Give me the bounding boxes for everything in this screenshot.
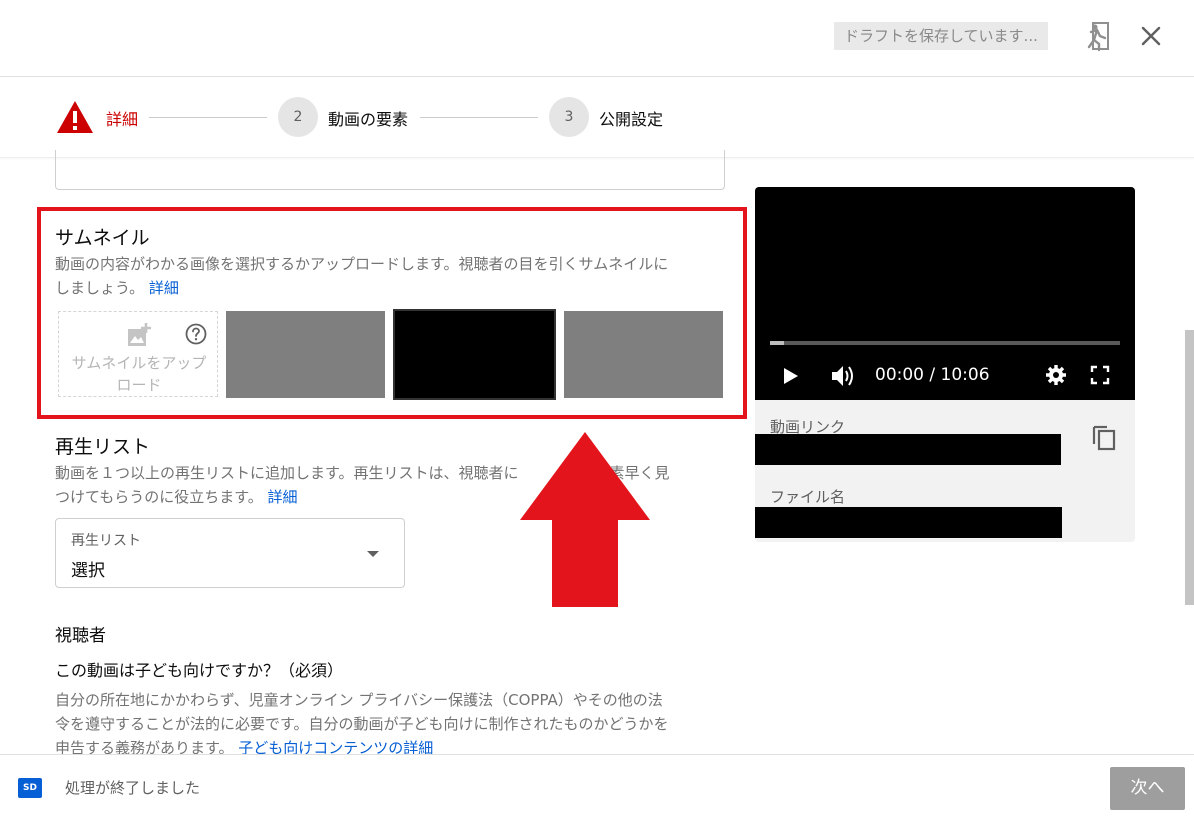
video-progress-bar[interactable] <box>770 341 1120 345</box>
video-time: 00:00 / 10:06 <box>875 365 990 385</box>
step-visibility-label[interactable]: 公開設定 <box>599 106 663 130</box>
playlist-dropdown-value: 選択 <box>71 561 105 581</box>
upload-thumbnail-label-2: ロード <box>116 376 162 394</box>
auto-thumbnail-3[interactable] <box>564 311 723 398</box>
video-progress-fill <box>770 341 784 345</box>
exit-icon[interactable] <box>1086 20 1112 52</box>
processing-status: 処理が終了しました <box>65 779 201 797</box>
gear-icon[interactable] <box>1045 364 1067 386</box>
help-icon[interactable] <box>185 323 207 345</box>
step-video-elements-label[interactable]: 動画の要素 <box>328 106 408 130</box>
step-connector <box>420 117 538 118</box>
step-2-circle[interactable]: 2 <box>278 97 318 137</box>
copy-icon[interactable] <box>1091 422 1117 452</box>
video-preview-card: 00:00 / 10:06 動画リンク ファイル名 <box>755 187 1135 542</box>
playlist-dropdown-label: 再生リスト <box>71 533 141 549</box>
close-icon[interactable] <box>1138 22 1164 50</box>
step-3-circle[interactable]: 3 <box>549 97 589 137</box>
thumbnail-learn-more-link[interactable]: 詳細 <box>149 279 179 297</box>
playlist-title: 再生リスト <box>55 436 151 458</box>
video-player[interactable]: 00:00 / 10:06 <box>755 187 1135 400</box>
scrollbar-thumb[interactable] <box>1185 330 1194 605</box>
upload-thumbnail-button[interactable]: サムネイルをアップ ロード <box>58 311 218 397</box>
dropdown-arrow-icon <box>367 551 379 557</box>
add-photo-icon <box>128 323 151 346</box>
top-bar: ドラフトを保存しています... <box>0 0 1194 77</box>
upload-stepper: 詳細 2 動画の要素 3 公開設定 <box>0 77 1194 158</box>
filename-label: ファイル名 <box>770 488 846 506</box>
filename-redacted <box>755 507 1062 538</box>
play-icon[interactable] <box>783 367 799 385</box>
description-textbox[interactable] <box>55 150 725 190</box>
fullscreen-icon[interactable] <box>1090 365 1110 385</box>
made-for-kids-question: この動画は子ども向けですか？（必須） <box>55 661 344 680</box>
sd-quality-badge: SD <box>18 778 42 798</box>
thumbnail-title: サムネイル <box>55 227 150 249</box>
warning-icon[interactable] <box>56 100 94 134</box>
upload-thumbnail-label-1: サムネイルをアップ <box>71 354 207 372</box>
playlist-learn-more-link[interactable]: 詳細 <box>268 488 298 506</box>
auto-thumbnail-1[interactable] <box>226 311 385 398</box>
playlist-dropdown[interactable]: 再生リスト 選択 <box>55 518 405 588</box>
volume-icon[interactable] <box>830 364 856 388</box>
video-link-redacted <box>755 434 1061 465</box>
step-details-label[interactable]: 詳細 <box>106 106 138 130</box>
red-arrow-annotation <box>520 432 650 607</box>
draft-status: ドラフトを保存しています... <box>834 22 1048 50</box>
auto-thumbnail-2-selected[interactable] <box>393 309 556 400</box>
audience-description: 自分の所在地にかかわらず、児童オンライン プライバシー保護法（COPPA）やその… <box>55 691 669 757</box>
bottom-bar: SD 処理が終了しました 次へ <box>0 754 1194 818</box>
audience-title: 視聴者 <box>55 626 106 646</box>
thumbnail-description: 動画の内容がわかる画像を選択するかアップロードします。視聴者の目を引くサムネイル… <box>55 255 669 297</box>
next-button[interactable]: 次へ <box>1110 767 1185 810</box>
step-connector <box>149 117 267 118</box>
